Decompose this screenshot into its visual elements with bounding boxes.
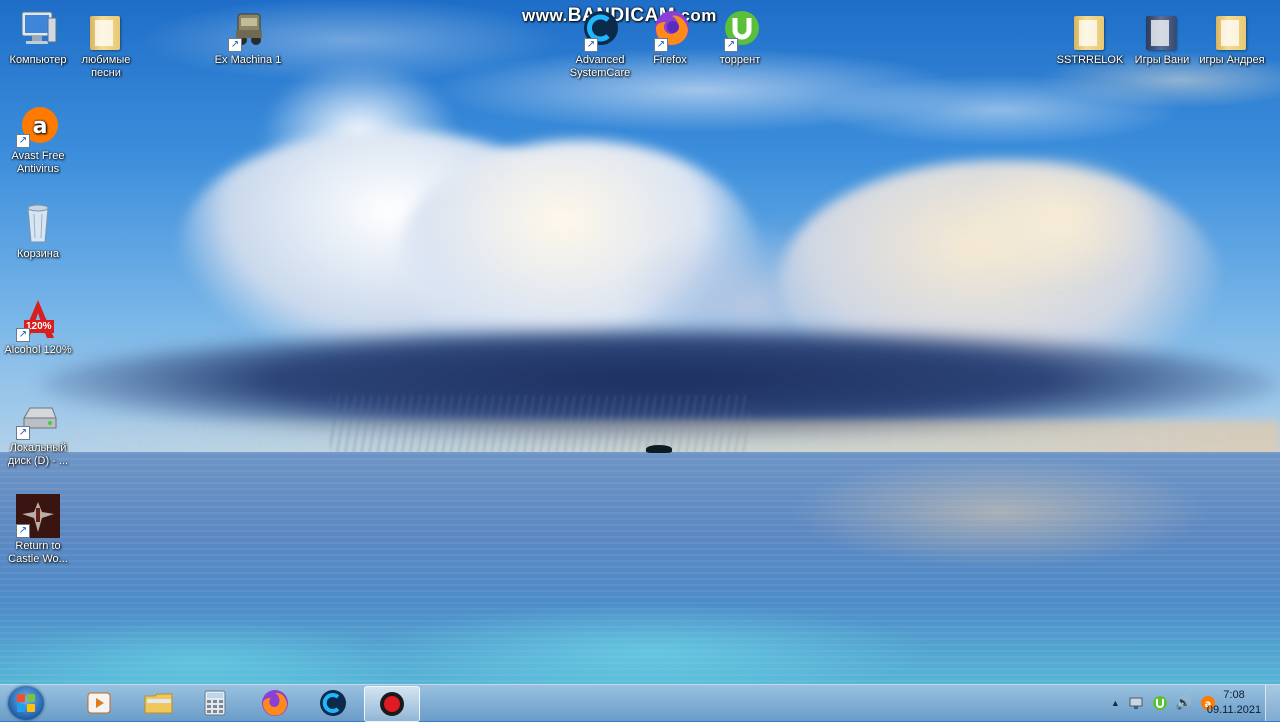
desktop-icon-rtcw[interactable]: ↗ Return to Castle Wo... <box>0 494 76 566</box>
desktop-icon-label: Корзина <box>17 248 59 260</box>
desktop-icon-igry-vani[interactable]: Игры Вани <box>1124 8 1200 67</box>
desktop-icon-favorite-songs[interactable]: любимые песни <box>68 8 144 80</box>
taskbar-clock[interactable]: 7:08 09.11.2021 <box>1204 688 1264 718</box>
desktop-icon-igry-andreya[interactable]: игры Андрея <box>1194 8 1270 67</box>
desktop-icon-label: Return to Castle Wo... <box>8 540 68 565</box>
show-desktop-button[interactable] <box>1265 685 1280 721</box>
firefox-icon: ↗ <box>646 8 694 52</box>
wallpaper-sea <box>0 452 1280 684</box>
record-icon <box>380 692 404 716</box>
svg-text:a: a <box>33 114 48 139</box>
desktop-icon-advanced-systemcare[interactable]: ↗ Advanced SystemCare <box>562 8 638 80</box>
folder-icon <box>1208 8 1256 52</box>
desktop-icon-label: Avast Free Antivirus <box>11 150 65 175</box>
advanced-systemcare-icon: ↗ <box>576 8 624 52</box>
volume-icon[interactable]: 🔊 <box>1176 695 1192 711</box>
desktop-icon-label: Игры Вани <box>1134 54 1190 66</box>
wallpaper-cloud <box>960 150 1160 290</box>
desktop-icon-label: Alcohol 120% <box>4 344 72 356</box>
advanced-systemcare-icon <box>320 690 346 716</box>
desktop-icon-label: торрент <box>719 54 761 66</box>
utorrent-icon: ↗ <box>716 8 764 52</box>
folder-icon <box>144 693 173 714</box>
desktop-icon-recycle-bin[interactable]: Корзина <box>0 202 76 261</box>
taskbar-media-player[interactable] <box>72 686 126 720</box>
taskbar-calculator[interactable] <box>188 686 242 720</box>
desktop-wallpaper <box>0 0 1280 684</box>
desktop-icon-label: Ex Machina 1 <box>214 54 282 66</box>
taskbar-explorer[interactable] <box>132 686 186 720</box>
folder-icon <box>1066 8 1114 52</box>
computer-icon <box>14 8 62 52</box>
desktop-icon-computer[interactable]: Компьютер <box>0 8 76 67</box>
desktop-icon-label: Компьютер <box>9 54 67 66</box>
folder-icon <box>1138 8 1186 52</box>
watermark-prefix: www. <box>522 6 568 25</box>
desktop-icon-avast[interactable]: a ↗ Avast Free Antivirus <box>0 104 76 176</box>
clock-time: 7:08 <box>1223 689 1245 701</box>
start-button[interactable] <box>8 686 44 720</box>
system-tray: ▲ 🔊 a <box>1111 685 1216 721</box>
folder-icon <box>82 8 130 52</box>
desktop-icon-alcohol[interactable]: 120% ↗ Alcohol 120% <box>0 298 76 357</box>
media-player-icon <box>87 692 111 714</box>
desktop-icon-label: Локальный диск (D) - ... <box>7 442 69 467</box>
recycle-bin-icon <box>14 202 62 246</box>
wallpaper-island <box>646 445 672 453</box>
desktop-icon-label: любимые песни <box>81 54 131 79</box>
calculator-icon <box>204 690 226 716</box>
utorrent-tray-icon[interactable] <box>1152 695 1168 711</box>
desktop-icon-sstrrelok[interactable]: SSTRRELOK <box>1052 8 1128 67</box>
taskbar-bandicam[interactable] <box>364 686 420 722</box>
desktop-icon-firefox[interactable]: ↗ Firefox <box>632 8 708 67</box>
desktop-icon-label: игры Андрея <box>1199 54 1265 66</box>
taskbar: ▲ 🔊 a 7:08 09.11.2021 <box>0 684 1280 722</box>
windows-logo-icon <box>17 694 35 712</box>
desktop-icon-label: SSTRRELOK <box>1056 54 1124 66</box>
drive-icon: ↗ <box>14 396 62 440</box>
desktop-icon-label: Advanced SystemCare <box>569 54 631 79</box>
clock-date: 09.11.2021 <box>1206 704 1262 716</box>
network-icon[interactable] <box>1128 695 1144 711</box>
alcohol-icon: 120% ↗ <box>14 298 62 342</box>
avast-icon: a ↗ <box>14 104 62 148</box>
ex-machina-icon: ↗ <box>224 8 272 52</box>
desktop-icon-torrent[interactable]: ↗ торрент <box>702 8 778 67</box>
rtcw-icon: ↗ <box>14 494 62 538</box>
taskbar-advanced-systemcare[interactable] <box>306 686 360 720</box>
desktop-icon-ex-machina[interactable]: ↗ Ex Machina 1 <box>210 8 286 67</box>
tray-expand-button[interactable]: ▲ <box>1111 698 1120 708</box>
firefox-icon <box>262 690 288 716</box>
taskbar-firefox[interactable] <box>248 686 302 720</box>
desktop-icon-local-disk[interactable]: ↗ Локальный диск (D) - ... <box>0 396 76 468</box>
desktop-icon-label: Firefox <box>653 54 687 66</box>
